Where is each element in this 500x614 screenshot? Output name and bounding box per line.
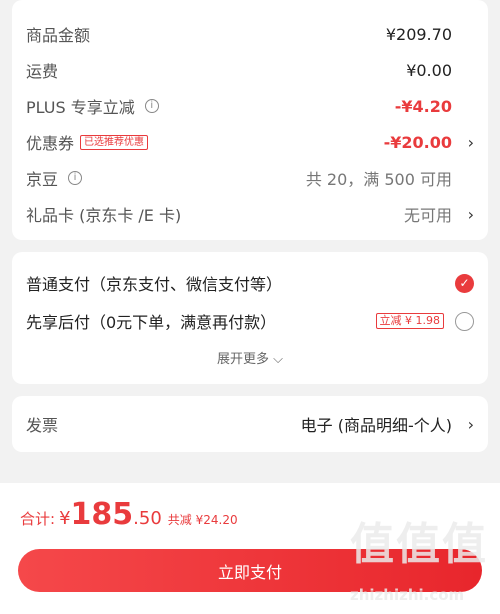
payment-option-later[interactable]: 先享后付（0元下单，满意再付款） 立减 ¥ 1.98 bbox=[12, 303, 488, 339]
later-discount-badge: 立减 ¥ 1.98 bbox=[375, 313, 444, 329]
gift-card-label: 礼品卡 (京东卡 /E 卡) bbox=[26, 206, 182, 225]
invoice-card[interactable]: 发票 电子 (商品明细-个人) › bbox=[12, 396, 488, 452]
unchecked-radio-icon[interactable] bbox=[455, 311, 474, 331]
invoice-label: 发票 bbox=[26, 416, 59, 435]
coupon-value: -¥20.00 bbox=[383, 132, 452, 152]
shipping-row: 运费 ¥0.00 bbox=[12, 52, 488, 88]
info-icon[interactable]: i bbox=[68, 171, 83, 185]
plus-discount-row: PLUS 专享立减 i -¥4.20 bbox=[12, 88, 488, 124]
total-decimal: .50 bbox=[133, 508, 162, 529]
chevron-right-icon: › bbox=[467, 204, 474, 224]
invoice-value: 电子 (商品明细-个人) bbox=[300, 416, 452, 435]
total-label: 合计: bbox=[20, 510, 56, 528]
coupon-row[interactable]: 优惠券 已选推荐优惠 -¥20.00 › bbox=[12, 124, 488, 160]
coupon-label: 优惠券 bbox=[26, 134, 75, 153]
chevron-right-icon: › bbox=[467, 132, 474, 152]
checked-radio-icon[interactable]: ✓ bbox=[455, 273, 474, 293]
payment-method-card: 普通支付（京东支付、微信支付等） ✓ 先享后付（0元下单，满意再付款） 立减 ¥… bbox=[12, 252, 488, 384]
invoice-row[interactable]: 发票 电子 (商品明细-个人) › bbox=[12, 406, 488, 442]
gift-card-value: 无可用 bbox=[403, 206, 452, 225]
goods-amount-value: ¥209.70 bbox=[385, 24, 452, 44]
watermark-url: zhizhizhi.com bbox=[350, 586, 465, 604]
plus-discount-label: PLUS 专享立减 bbox=[26, 98, 135, 117]
shipping-value: ¥0.00 bbox=[406, 60, 452, 80]
watermark: 值值值 zhizhizhi.com bbox=[350, 508, 500, 614]
total-currency: ¥ bbox=[59, 508, 71, 529]
shipping-label: 运费 bbox=[26, 62, 59, 81]
gift-card-row[interactable]: 礼品卡 (京东卡 /E 卡) 无可用 › bbox=[12, 196, 488, 232]
coupon-recommended-tag: 已选推荐优惠 bbox=[80, 134, 149, 150]
goods-amount-row: 商品金额 ¥209.70 bbox=[12, 16, 488, 52]
total-integer: 185 bbox=[70, 497, 134, 532]
plus-discount-value: -¥4.20 bbox=[394, 96, 452, 116]
jd-bean-label: 京豆 bbox=[26, 170, 59, 189]
jd-bean-value: 共 20，满 500 可用 bbox=[305, 170, 452, 189]
payment-option-normal[interactable]: 普通支付（京东支付、微信支付等） ✓ bbox=[12, 265, 488, 301]
payment-later-label: 先享后付（0元下单，满意再付款） bbox=[26, 313, 277, 332]
goods-amount-label: 商品金额 bbox=[26, 26, 91, 45]
info-icon[interactable]: i bbox=[144, 99, 159, 113]
payment-normal-label: 普通支付（京东支付、微信支付等） bbox=[26, 275, 283, 294]
chevron-right-icon: › bbox=[467, 414, 474, 434]
expand-more-button[interactable]: 展开更多 ⌵ bbox=[12, 348, 488, 367]
jd-bean-row: 京豆 i 共 20，满 500 可用 bbox=[12, 160, 488, 196]
order-summary-card: 商品金额 ¥209.70 运费 ¥0.00 PLUS 专享立减 i -¥4.20… bbox=[12, 0, 488, 240]
total-amount: 合计: ¥ 185 .50 共减 ¥24.20 bbox=[20, 497, 238, 532]
watermark-logo: 值值值 bbox=[350, 519, 488, 570]
total-savings: 共减 ¥24.20 bbox=[167, 513, 238, 527]
